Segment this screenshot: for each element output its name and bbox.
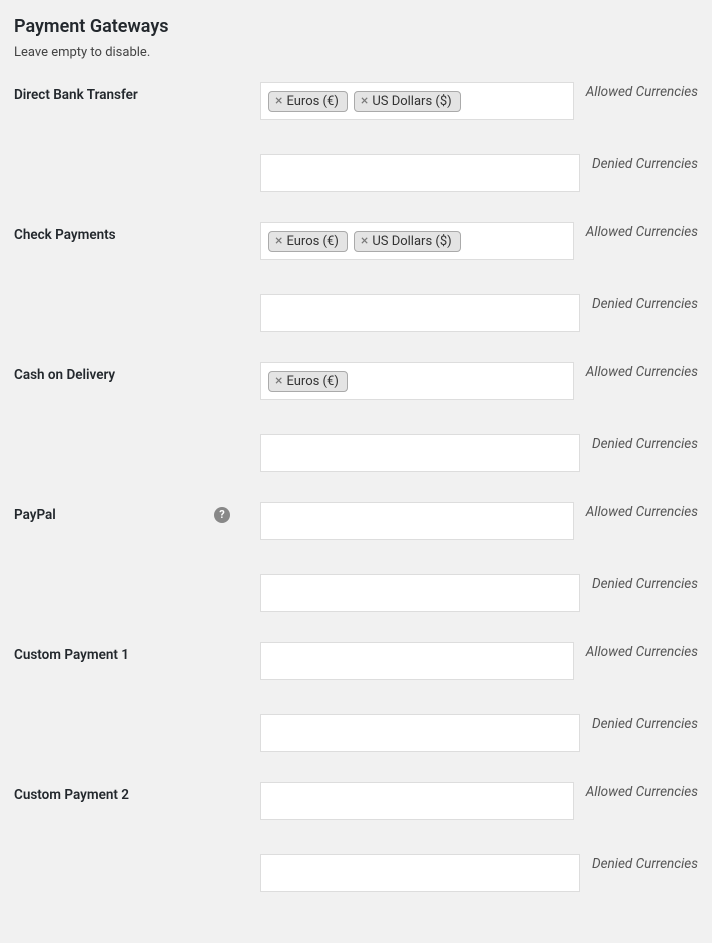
- denied-currencies-row: Denied Currencies: [260, 714, 698, 752]
- section-title: Payment Gateways: [14, 16, 698, 37]
- gateway-label: Custom Payment 1: [14, 647, 244, 663]
- allowed-currencies-label: Allowed Currencies: [586, 362, 698, 380]
- allowed-currencies-row: × Euros (€) Allowed Currencies: [260, 362, 698, 400]
- allowed-currencies-input[interactable]: [260, 782, 574, 820]
- currency-tag[interactable]: × US Dollars ($): [354, 91, 461, 112]
- allowed-currencies-row: Allowed Currencies: [260, 782, 698, 820]
- allowed-currencies-row: Allowed Currencies: [260, 502, 698, 540]
- gateway-name: Custom Payment 1: [14, 647, 129, 663]
- allowed-currencies-row: Allowed Currencies: [260, 642, 698, 680]
- remove-tag-icon[interactable]: ×: [361, 94, 368, 108]
- denied-currencies-label: Denied Currencies: [592, 714, 698, 732]
- currency-tag-label: Euros (€): [286, 374, 338, 389]
- allowed-currencies-row: × Euros (€) × US Dollars ($) Allowed Currenc…: [260, 82, 698, 120]
- denied-currencies-label: Denied Currencies: [592, 294, 698, 312]
- denied-currencies-label: Denied Currencies: [592, 434, 698, 452]
- remove-tag-icon[interactable]: ×: [275, 374, 282, 388]
- denied-currencies-label: Denied Currencies: [592, 574, 698, 592]
- gateway-cash-on-delivery: Cash on Delivery × Euros (€) Allowed Curren…: [14, 362, 698, 502]
- allowed-currencies-input[interactable]: [260, 642, 574, 680]
- currency-tag-label: US Dollars ($): [372, 94, 451, 109]
- allowed-currencies-input[interactable]: × Euros (€) × US Dollars ($): [260, 82, 574, 120]
- currency-tag[interactable]: × Euros (€): [268, 371, 348, 392]
- gateway-name: Direct Bank Transfer: [14, 87, 138, 103]
- gateway-label: PayPal?: [14, 507, 244, 523]
- remove-tag-icon[interactable]: ×: [361, 234, 368, 248]
- allowed-currencies-input[interactable]: [260, 502, 574, 540]
- allowed-currencies-row: × Euros (€) × US Dollars ($) Allowed Currenc…: [260, 222, 698, 260]
- denied-currencies-input[interactable]: [260, 574, 580, 612]
- currency-tag[interactable]: × Euros (€): [268, 91, 348, 112]
- gateway-check-payments: Check Payments × Euros (€) × US Dollars ($) A…: [14, 222, 698, 362]
- gateway-name: PayPal: [14, 507, 56, 523]
- currency-tag-label: Euros (€): [286, 94, 338, 109]
- allowed-currencies-label: Allowed Currencies: [586, 82, 698, 100]
- denied-currencies-input[interactable]: [260, 714, 580, 752]
- denied-currencies-row: Denied Currencies: [260, 434, 698, 472]
- section-description: Leave empty to disable.: [14, 45, 698, 60]
- help-icon[interactable]: ?: [214, 507, 230, 523]
- denied-currencies-input[interactable]: [260, 294, 580, 332]
- gateway-direct-bank-transfer: Direct Bank Transfer × Euros (€) × US Dollar…: [14, 82, 698, 222]
- allowed-currencies-label: Allowed Currencies: [586, 642, 698, 660]
- currency-tag-label: Euros (€): [286, 234, 338, 249]
- allowed-currencies-input[interactable]: × Euros (€) × US Dollars ($): [260, 222, 574, 260]
- allowed-currencies-label: Allowed Currencies: [586, 502, 698, 520]
- gateway-name: Cash on Delivery: [14, 367, 115, 383]
- denied-currencies-input[interactable]: [260, 154, 580, 192]
- gateway-paypal: PayPal? Allowed Currencies Denied Currenci…: [14, 502, 698, 642]
- remove-tag-icon[interactable]: ×: [275, 94, 282, 108]
- allowed-currencies-label: Allowed Currencies: [586, 222, 698, 240]
- remove-tag-icon[interactable]: ×: [275, 234, 282, 248]
- denied-currencies-input[interactable]: [260, 854, 580, 892]
- denied-currencies-row: Denied Currencies: [260, 574, 698, 612]
- currency-tag[interactable]: × US Dollars ($): [354, 231, 461, 252]
- denied-currencies-row: Denied Currencies: [260, 854, 698, 892]
- denied-currencies-input[interactable]: [260, 434, 580, 472]
- gateway-label: Cash on Delivery: [14, 367, 244, 383]
- gateway-custom-payment-1: Custom Payment 1 Allowed Currencies Denied…: [14, 642, 698, 782]
- gateway-label: Check Payments: [14, 227, 244, 243]
- allowed-currencies-input[interactable]: × Euros (€): [260, 362, 574, 400]
- denied-currencies-label: Denied Currencies: [592, 854, 698, 872]
- denied-currencies-label: Denied Currencies: [592, 154, 698, 172]
- gateway-custom-payment-2: Custom Payment 2 Allowed Currencies Denied…: [14, 782, 698, 922]
- currency-tag-label: US Dollars ($): [372, 234, 451, 249]
- denied-currencies-row: Denied Currencies: [260, 294, 698, 332]
- gateway-label: Direct Bank Transfer: [14, 87, 244, 103]
- gateway-label: Custom Payment 2: [14, 787, 244, 803]
- allowed-currencies-label: Allowed Currencies: [586, 782, 698, 800]
- gateway-name: Check Payments: [14, 227, 116, 243]
- currency-tag[interactable]: × Euros (€): [268, 231, 348, 252]
- gateway-name: Custom Payment 2: [14, 787, 129, 803]
- denied-currencies-row: Denied Currencies: [260, 154, 698, 192]
